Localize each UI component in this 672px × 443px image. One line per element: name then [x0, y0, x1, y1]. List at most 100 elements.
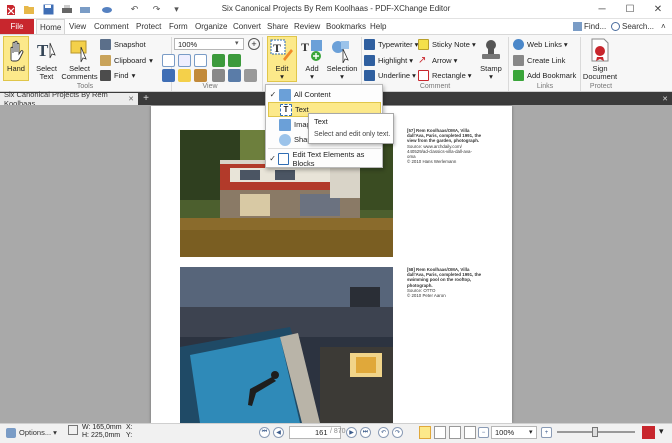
options-label: Options...: [19, 428, 52, 437]
tab-view[interactable]: View: [66, 19, 89, 34]
status-bar-menu-icon[interactable]: ▾: [659, 426, 664, 437]
select-comments-button[interactable]: Select Comments: [61, 37, 98, 81]
tab-convert[interactable]: Convert: [230, 19, 264, 34]
tab-review[interactable]: Review: [291, 19, 323, 34]
email-icon[interactable]: [100, 3, 113, 16]
search-button[interactable]: Search...: [611, 19, 654, 34]
page-dimensions: W: 165,0mm H: 225,0mm: [82, 424, 122, 440]
group-label-links: Links: [536, 83, 554, 90]
last-page-icon[interactable]: ⏭: [360, 427, 371, 438]
globe-icon: [513, 38, 524, 50]
stamp-button[interactable]: Stamp ▾: [477, 37, 505, 81]
tab-organize[interactable]: Organize: [192, 19, 230, 34]
forward-view-icon[interactable]: ↷: [392, 427, 403, 438]
maximize-button[interactable]: ☐: [616, 0, 644, 19]
actual-size-icon[interactable]: [162, 54, 175, 67]
facing-continuous-view-icon[interactable]: [464, 426, 476, 439]
group-separator: [262, 37, 263, 91]
arrow-button[interactable]: ↗ Arrow ▾: [418, 54, 457, 66]
tab-protect[interactable]: Protect: [133, 19, 164, 34]
open-folder-icon[interactable]: [22, 3, 35, 16]
thumbnails-icon[interactable]: [228, 69, 241, 82]
tab-list-icon[interactable]: ✕: [660, 93, 670, 104]
page-size-icon: [68, 425, 78, 435]
hand-label: Hand: [7, 64, 25, 73]
tab-comment[interactable]: Comment: [91, 19, 132, 34]
close-button[interactable]: ✕: [644, 0, 672, 19]
status-zoom-value: 100%: [495, 428, 515, 437]
attachments-icon[interactable]: [212, 69, 225, 82]
facing-view-icon[interactable]: [449, 426, 461, 439]
zoom-out-icon[interactable]: −: [478, 427, 489, 438]
tab-file[interactable]: File: [0, 19, 34, 34]
create-link-button[interactable]: Create Link: [513, 54, 565, 66]
pdf-tools-icon[interactable]: [642, 426, 655, 439]
scan-icon[interactable]: [78, 3, 91, 16]
menu-item-all-content[interactable]: ✓ All Content: [268, 87, 381, 102]
minimize-button[interactable]: ─: [588, 0, 616, 19]
zoom-in-icon[interactable]: +: [248, 38, 260, 50]
select-comments-label: Select Comments: [61, 64, 98, 81]
rectangle-button[interactable]: Rectangle ▾: [418, 69, 472, 81]
rotate-right-icon[interactable]: [228, 54, 241, 67]
clipboard-button[interactable]: Clipboard ▾: [100, 54, 153, 66]
highlight-button[interactable]: Highlight ▾: [364, 54, 413, 66]
previous-view-icon[interactable]: [162, 69, 175, 82]
add-button[interactable]: T Add ▾: [301, 37, 323, 81]
zoom-slider-thumb[interactable]: [592, 427, 598, 437]
underline-button[interactable]: Underline ▾: [364, 69, 416, 81]
edit-button[interactable]: T Edit ▾: [267, 36, 297, 82]
hand-tool-button[interactable]: Hand: [3, 36, 29, 81]
close-tab-icon[interactable]: ✕: [128, 95, 134, 103]
comments-pane-icon[interactable]: [178, 69, 191, 82]
rotate-left-icon[interactable]: [212, 54, 225, 67]
tab-home[interactable]: Home: [36, 19, 66, 34]
find-tool-button[interactable]: Find ▾: [100, 69, 135, 81]
sticky-note-label: Sticky Note: [432, 39, 470, 49]
continuous-view-icon[interactable]: [434, 426, 446, 439]
customize-qa-icon[interactable]: ▾: [170, 3, 183, 16]
snapshot-button[interactable]: Snapshot: [100, 38, 146, 50]
ribbon-collapse-icon[interactable]: ˄: [661, 19, 666, 34]
single-page-view-icon[interactable]: [419, 426, 431, 439]
web-links-button[interactable]: Web Links ▾: [513, 38, 568, 50]
tab-bookmarks[interactable]: Bookmarks: [323, 19, 369, 34]
tab-share[interactable]: Share: [264, 19, 291, 34]
sticky-note-button[interactable]: Sticky Note ▾: [418, 38, 476, 50]
zoom-in-status-icon[interactable]: +: [541, 427, 552, 438]
search-icon: [611, 22, 620, 31]
edit-text-image-icon: T: [270, 39, 293, 61]
print-icon[interactable]: [60, 3, 73, 16]
chevron-down-icon: ▾: [412, 70, 416, 80]
menu-item-edit-text-blocks[interactable]: ✓ Edit Text Elements as Blocks: [268, 150, 381, 168]
tab-form[interactable]: Form: [166, 19, 191, 34]
previous-page-icon[interactable]: ◀: [273, 427, 284, 438]
select-comments-icon: [70, 40, 87, 63]
options-button[interactable]: Options... ▾: [6, 425, 57, 440]
photo-villa-pool: [180, 267, 393, 423]
new-tab-icon[interactable]: +: [141, 93, 151, 104]
selection-button[interactable]: Selection ▾: [327, 37, 357, 81]
back-view-icon[interactable]: ↶: [378, 427, 389, 438]
save-icon[interactable]: [42, 3, 55, 16]
bookmarks-pane-icon[interactable]: [194, 69, 207, 82]
undo-icon[interactable]: ↶: [128, 3, 141, 16]
find-button[interactable]: Find...: [573, 19, 606, 34]
camera-icon: [100, 38, 111, 50]
document-tab[interactable]: Six Canonical Projects By Rem Koolhaas ✕: [0, 90, 138, 108]
add-bookmark-button[interactable]: Add Bookmark: [513, 69, 576, 81]
group-label-protect: Protect: [589, 83, 613, 90]
typewriter-button[interactable]: Typewriter ▾: [364, 38, 418, 50]
cursor-position: X: Y:: [126, 424, 133, 440]
next-page-icon[interactable]: ▶: [346, 427, 357, 438]
select-text-button[interactable]: T Select Text: [33, 37, 60, 81]
first-page-icon[interactable]: ⏮: [259, 427, 270, 438]
fit-page-icon[interactable]: [178, 54, 191, 67]
sign-document-button[interactable]: Sign Document: [583, 37, 617, 81]
zoom-combo[interactable]: 100% ▾: [174, 38, 244, 50]
tab-help[interactable]: Help: [367, 19, 389, 34]
fit-width-icon[interactable]: [194, 54, 207, 67]
caption-line: © 2010 Peter Aaron: [407, 293, 446, 299]
redo-icon[interactable]: ↷: [150, 3, 163, 16]
full-screen-icon[interactable]: [244, 69, 257, 82]
